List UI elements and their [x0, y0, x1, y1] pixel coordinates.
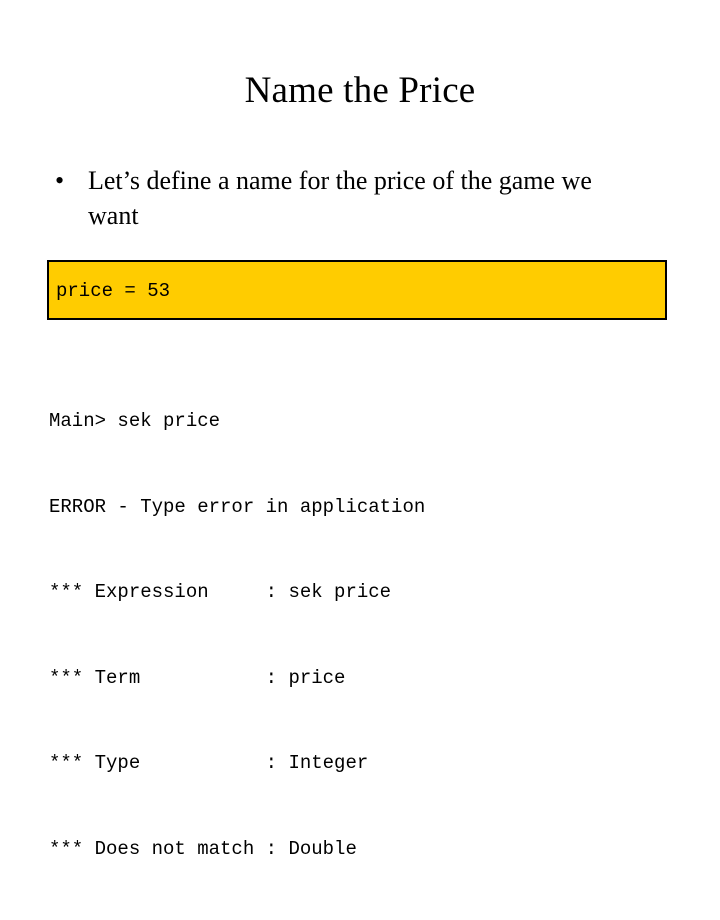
slide: Name the Price • Let’s define a name for…	[0, 0, 720, 540]
bullet-list: • Let’s define a name for the price of t…	[49, 163, 669, 233]
bullet-item-label: Let’s define a name for the price of the…	[88, 163, 608, 233]
terminal-line: *** Does not match : Double	[49, 835, 689, 864]
terminal-transcript: Main> sek price ERROR - Type error in ap…	[49, 350, 689, 920]
page-title: Name the Price	[0, 69, 720, 113]
terminal-line: *** Expression : sek price	[49, 578, 689, 607]
terminal-line: *** Type : Integer	[49, 749, 689, 778]
code-snippet-text: price = 53	[56, 278, 170, 304]
terminal-line: ERROR - Type error in application	[49, 493, 689, 522]
code-snippet-box: price = 53	[47, 260, 667, 320]
bullet-marker-icon: •	[55, 163, 64, 198]
list-item: • Let’s define a name for the price of t…	[49, 163, 669, 233]
terminal-line: Main> sek price	[49, 407, 689, 436]
terminal-line: *** Term : price	[49, 664, 689, 693]
